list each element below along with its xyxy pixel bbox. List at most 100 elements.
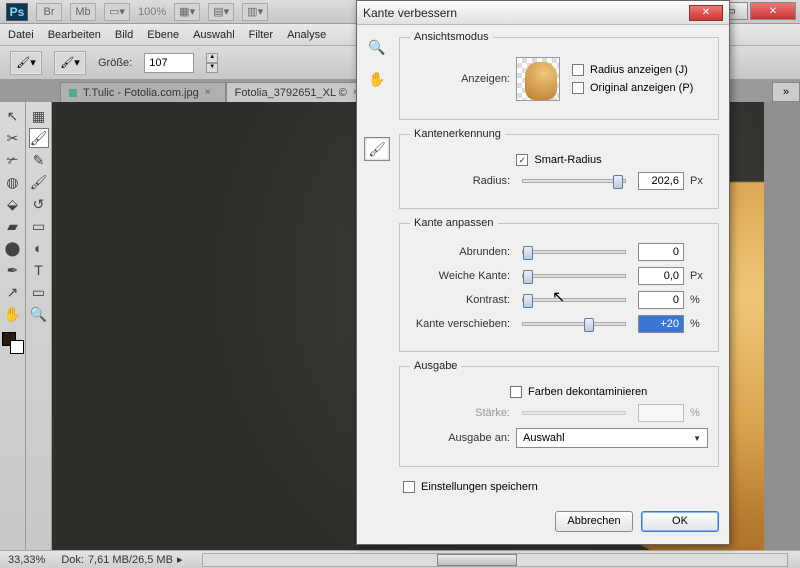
dialog-tool-column: 🔍 ✋ 🖌 [363,31,391,534]
shift-edge-slider[interactable] [522,322,626,326]
dialog-close-button[interactable]: ✕ [689,5,723,21]
eyedropper-tool-icon[interactable]: ✎ [29,150,49,170]
contrast-slider[interactable] [522,298,626,302]
right-panels[interactable] [764,102,800,550]
arrange-button[interactable]: ▦▾ [174,3,200,21]
crop-tool-icon[interactable]: ✃ [3,150,23,170]
brush-tool-icon[interactable]: 🖌 [29,172,49,192]
view-preview-dropdown[interactable] [516,57,560,101]
menu-ebene[interactable]: Ebene [147,29,179,41]
output-to-combo[interactable]: Auswahl ▼ [516,428,708,448]
zoom-tool-icon[interactable]: 🔍 [29,304,49,324]
type-tool-icon[interactable]: T [29,260,49,280]
contrast-input[interactable]: 0 [638,291,684,309]
status-zoom[interactable]: 33,33% [8,554,45,566]
doc-tab-2[interactable]: Fotolia_3792651_XL © × [226,82,374,102]
feather-slider[interactable] [522,274,626,278]
color-swatches[interactable] [2,332,24,354]
edge-detection-legend: Kantenerkennung [410,128,505,140]
output-legend: Ausgabe [410,360,461,372]
shift-edge-input[interactable]: +20 [638,315,684,333]
doc-icon [69,89,77,97]
smart-radius-checkbox[interactable]: ✓ [516,154,528,166]
contrast-label: Kontrast: [410,294,510,306]
radius-label: Radius: [410,175,510,187]
feather-label: Weiche Kante: [410,270,510,282]
healing-tool-icon[interactable]: ◍ [3,172,23,192]
feather-unit: Px [690,270,708,282]
guides-button[interactable]: ▥▾ [242,3,268,21]
radius-slider[interactable] [522,179,626,183]
current-tool-preset[interactable]: 🖌▾ [10,51,42,75]
cancel-button[interactable]: Abbrechen [555,511,633,532]
move-tool-icon[interactable]: ↖ [3,106,23,126]
menu-filter[interactable]: Filter [249,29,273,41]
path-tool-icon[interactable]: ↗ [3,282,23,302]
amount-input [638,404,684,422]
hand-tool-icon[interactable]: ✋ [3,304,23,324]
zoom-icon[interactable]: 🔍 [364,35,390,59]
menu-datei[interactable]: Datei [8,29,34,41]
status-bar: 33,33% Dok: 7,61 MB/26,5 MB ▸ [0,550,800,568]
eraser-tool-icon[interactable]: ▰ [3,216,23,236]
refine-brush-icon[interactable]: 🖌 [364,137,390,161]
close-button[interactable]: ✕ [750,2,796,20]
smooth-input[interactable]: 0 [638,243,684,261]
output-to-label: Ausgabe an: [410,432,510,444]
zoom-percent[interactable]: 100% [138,6,166,18]
edge-detection-group: Kantenerkennung ✓ Smart-Radius Radius: 2… [399,128,719,209]
shift-edge-unit: % [690,318,708,330]
show-original-checkbox[interactable] [572,82,584,94]
stamp-tool-icon[interactable]: ⬙ [3,194,23,214]
toolbox-col-b: ▦ 🖌 ✎ 🖌 ↺ ▭ ◐ T ▭ 🔍 [26,102,52,550]
radius-unit: Px [690,175,708,187]
ps-logo: Ps [6,3,28,21]
feather-input[interactable]: 0,0 [638,267,684,285]
remember-settings-checkbox[interactable] [403,481,415,493]
decontaminate-checkbox[interactable] [510,386,522,398]
show-radius-label: Radius anzeigen (J) [590,64,688,76]
shift-edge-label: Kante verschieben: [410,318,510,330]
dialog-title: Kante verbessern [363,6,457,20]
brush-preview[interactable]: 🖌▾ [54,51,86,75]
minibridge-button[interactable]: Mb [70,3,96,21]
gradient-tool-icon[interactable]: ▭ [29,216,49,236]
marquee-tool-icon[interactable]: ▦ [29,106,49,126]
menu-analyse[interactable]: Analyse [287,29,326,41]
toolbox-col-a: ↖ ✂ ✃ ◍ ⬙ ▰ ⬤ ✒ ↗ ✋ [0,102,26,550]
history-brush-icon[interactable]: ↺ [29,194,49,214]
size-input[interactable]: 107 [144,53,194,73]
menu-bild[interactable]: Bild [115,29,133,41]
decontaminate-label: Farben dekontaminieren [528,386,647,398]
extras-button[interactable]: ▤▾ [208,3,234,21]
smart-radius-label: Smart-Radius [534,154,601,166]
dialog-titlebar[interactable]: Kante verbessern ✕ [357,1,729,25]
quickselect-tool-icon[interactable]: 🖌 [29,128,49,148]
blur-tool-icon[interactable]: ⬤ [3,238,23,258]
bridge-button[interactable]: Br [36,3,62,21]
status-doc[interactable]: Dok: 7,61 MB/26,5 MB ▸ [61,553,182,566]
close-icon[interactable]: × [205,87,211,98]
hand-icon[interactable]: ✋ [364,67,390,91]
background-swatch[interactable] [10,340,24,354]
adjust-edge-group: Kante anpassen Abrunden: 0 Weiche Kante:… [399,217,719,352]
refine-edge-dialog: Kante verbessern ✕ 🔍 ✋ 🖌 Ansichtsmodus A… [356,0,730,545]
size-spinner[interactable]: ▲▼ [206,53,218,73]
lasso-tool-icon[interactable]: ✂ [3,128,23,148]
tab-nav-arrows[interactable]: » [772,82,800,102]
horizontal-scrollbar[interactable] [202,553,788,567]
show-label: Anzeigen: [410,73,510,85]
menu-auswahl[interactable]: Auswahl [193,29,235,41]
contrast-unit: % [690,294,708,306]
radius-input[interactable]: 202,6 [638,172,684,190]
smooth-slider[interactable] [522,250,626,254]
shape-tool-icon[interactable]: ▭ [29,282,49,302]
doc-tab-1[interactable]: T.Tulic - Fotolia.com.jpg × [60,82,226,102]
menu-bearbeiten[interactable]: Bearbeiten [48,29,101,41]
pen-tool-icon[interactable]: ✒ [3,260,23,280]
ok-button[interactable]: OK [641,511,719,532]
show-radius-checkbox[interactable] [572,64,584,76]
dodge-tool-icon[interactable]: ◐ [29,238,49,258]
chevron-down-icon: ▼ [693,434,701,443]
screen-mode-button[interactable]: ▭▾ [104,3,130,21]
